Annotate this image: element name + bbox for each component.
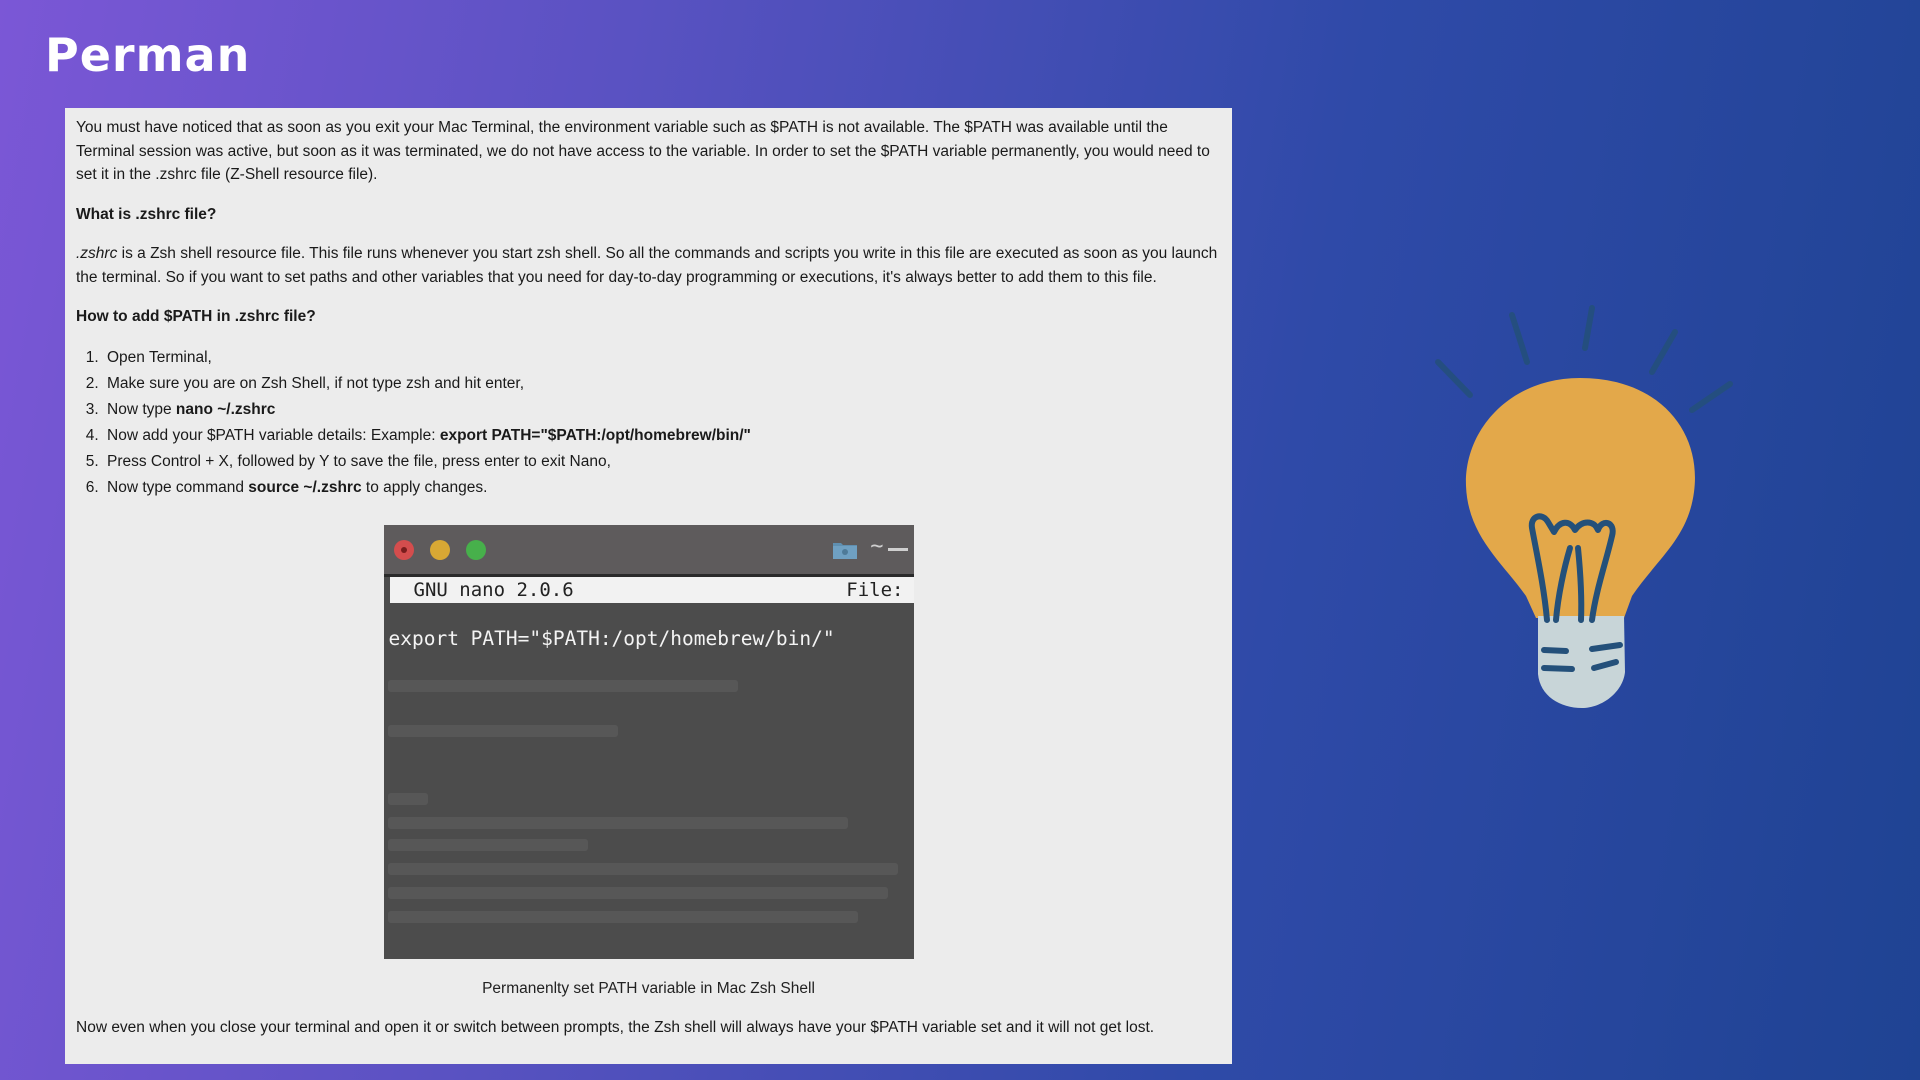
intro-paragraph: You must have noticed that as soon as yo… <box>76 119 1210 183</box>
list-item: Make sure you are on Zsh Shell, if not t… <box>103 371 1221 397</box>
zshrc-paragraph: .zshrc is a Zsh shell resource file. Thi… <box>76 242 1221 289</box>
blurred-text <box>387 679 738 692</box>
terminal-command-line: export PATH="$PATH:/opt/homebrew/bin/" <box>388 626 835 650</box>
zshrc-paragraph-text: is a Zsh shell resource file. This file … <box>76 245 1218 286</box>
heading-what-is-zshrc: What is .zshrc file? <box>76 205 217 223</box>
list-item: Press Control + X, followed by Y to save… <box>103 449 1221 475</box>
minimize-window-icon <box>429 539 450 560</box>
zshrc-em: .zshrc <box>76 245 118 262</box>
nano-file-label: File: <box>846 578 904 601</box>
folder-icon <box>832 542 857 559</box>
blurred-text <box>387 910 858 923</box>
close-window-icon <box>393 539 414 560</box>
maximize-window-icon <box>465 539 486 560</box>
blurred-text <box>387 816 848 829</box>
nano-header-bar: GNU nano 2.0.6 File: <box>389 576 914 603</box>
heading-how-to-add-path: How to add $PATH in .zshrc file? <box>76 308 316 325</box>
outro-paragraph: Now even when you close your terminal an… <box>76 1019 1155 1036</box>
nano-version: GNU nano 2.0.6 <box>413 578 574 601</box>
slide-title: Perman <box>45 28 251 82</box>
blurred-text <box>387 724 618 737</box>
terminal-figure: ~ GNU nano 2.0.6 File: export PATH="$PAT… <box>383 524 914 959</box>
blurred-text <box>387 838 588 851</box>
terminal-tilde: ~ <box>870 533 884 559</box>
blurred-text <box>387 886 888 899</box>
article-card: You must have noticed that as soon as yo… <box>65 108 1232 1064</box>
terminal-titlebar: ~ <box>383 524 914 574</box>
list-item: Open Terminal, <box>103 345 1221 371</box>
figure-caption: Permanenlty set PATH variable in Mac Zsh… <box>482 979 815 997</box>
list-item: Now type nano ~/.zshrc <box>103 397 1221 423</box>
blurred-text <box>387 862 898 875</box>
list-item: Now type command source ~/.zshrc to appl… <box>103 475 1221 501</box>
lightbulb-icon <box>1435 305 1733 708</box>
list-item: Now add your $PATH variable details: Exa… <box>103 423 1221 449</box>
minus-icon <box>887 547 908 551</box>
steps-list: Open Terminal, Make sure you are on Zsh … <box>76 345 1221 501</box>
terminal-screenshot: ~ GNU nano 2.0.6 File: export PATH="$PAT… <box>383 524 914 959</box>
blurred-text <box>387 792 428 805</box>
